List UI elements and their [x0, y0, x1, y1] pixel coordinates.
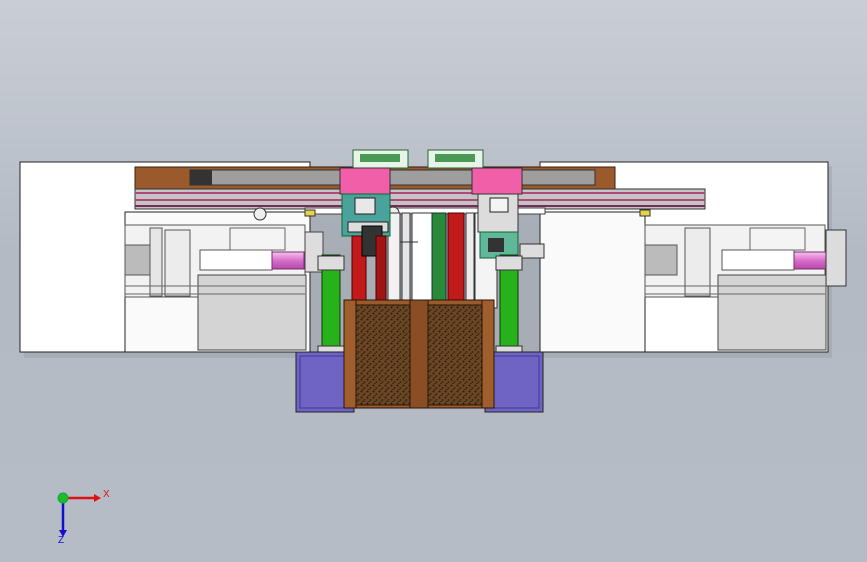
- triad-z-label: Z: [58, 535, 64, 546]
- graphics-viewport[interactable]: X Z: [0, 0, 867, 562]
- left-cylinder-body: [199, 249, 273, 271]
- right-end-cap: [825, 229, 847, 287]
- right-cap-block: [749, 227, 806, 251]
- right-pink-block: [471, 167, 523, 195]
- motor-mount-right-band: [435, 154, 475, 162]
- left-cylinder-cap: [124, 244, 154, 276]
- right-cylinder-body: [721, 249, 795, 271]
- triad-x-label: X: [103, 489, 110, 500]
- left-cap-block: [229, 227, 286, 251]
- left-pink-block: [339, 167, 391, 195]
- right-cylinder-cap: [644, 244, 678, 276]
- cad-model-drawing: X Z: [19, 149, 847, 546]
- orientation-triad: X Z: [57, 489, 110, 546]
- right-inner-plate: [539, 211, 646, 353]
- right-pink-cylinder: [793, 251, 827, 270]
- center-column-red: [447, 212, 465, 309]
- rail-end-dark: [190, 170, 212, 185]
- left-green-plate: [321, 254, 341, 361]
- chute-divider: [409, 299, 429, 409]
- feed-chute: [343, 299, 495, 409]
- center-column-white: [411, 212, 433, 309]
- chute-left-gravel: [355, 304, 411, 406]
- right-green-plate: [499, 254, 519, 361]
- motor-mount-left-band: [360, 154, 400, 162]
- rail-gray-cover: [189, 169, 596, 186]
- rail-stop-left: [253, 207, 267, 221]
- triad-y-axis: [57, 492, 69, 504]
- left-pink-cylinder: [271, 251, 305, 270]
- chute-right-gravel: [427, 304, 483, 406]
- center-column-green: [431, 212, 447, 309]
- motor-mounts: [352, 149, 484, 169]
